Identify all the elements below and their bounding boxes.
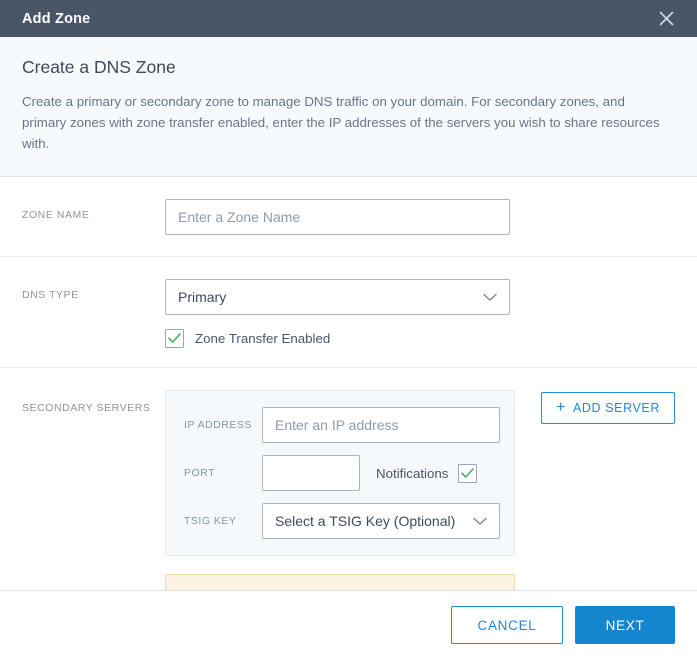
dns-type-row: DNS TYPE Primary Zone Transfer Enabled xyxy=(0,257,697,368)
zone-name-input[interactable] xyxy=(165,199,510,235)
close-icon[interactable] xyxy=(653,6,679,32)
plus-icon: + xyxy=(556,399,566,416)
port-row: PORT Notifications xyxy=(184,455,500,491)
secondary-servers-wrap: IP ADDRESS PORT Notifications xyxy=(165,390,675,556)
next-button[interactable]: NEXT xyxy=(575,606,675,644)
tsig-key-label: TSIG KEY xyxy=(184,515,237,527)
intro-description: Create a primary or secondary zone to ma… xyxy=(22,94,660,151)
dialog-title: Add Zone xyxy=(22,10,91,27)
add-server-button[interactable]: + ADD SERVER xyxy=(541,392,675,424)
form-body: ZONE NAME DNS TYPE Primary xyxy=(0,177,697,590)
notifications-checkbox[interactable] xyxy=(458,463,478,483)
zone-transfer-check-line: Zone Transfer Enabled xyxy=(165,329,675,348)
dns-type-selected-value: Primary xyxy=(178,289,227,305)
intro-section: Create a DNS Zone Create a primary or se… xyxy=(0,37,697,177)
add-zone-dialog: Add Zone Create a DNS Zone Create a prim… xyxy=(0,0,697,660)
tsig-key-selected-value: Select a TSIG Key (Optional) xyxy=(275,513,456,529)
secondary-servers-content: IP ADDRESS PORT Notifications xyxy=(165,390,697,556)
warning-area: For zone transfers please configure your… xyxy=(0,556,697,590)
zone-transfer-label: Zone Transfer Enabled xyxy=(195,331,331,346)
zone-transfer-checkbox[interactable] xyxy=(165,329,184,348)
chevron-down-icon xyxy=(473,517,487,526)
dialog-footer: CANCEL NEXT xyxy=(0,590,697,660)
cancel-button[interactable]: CANCEL xyxy=(451,606,563,644)
dns-type-field-wrap: Primary Zone Transfer Enabled xyxy=(165,279,697,348)
zone-name-label: ZONE NAME xyxy=(22,209,90,221)
tsig-key-select[interactable]: Select a TSIG Key (Optional) xyxy=(262,503,500,539)
page-title: Create a DNS Zone xyxy=(22,57,176,77)
dns-type-label: DNS TYPE xyxy=(22,289,79,301)
secondary-servers-label: SECONDARY SERVERS xyxy=(22,402,151,414)
notifications-label: Notifications xyxy=(376,465,449,481)
ip-address-label: IP ADDRESS xyxy=(184,419,252,431)
secondary-servers-row: SECONDARY SERVERS IP ADDRESS PORT Notifi… xyxy=(0,368,697,556)
checkmark-icon xyxy=(461,467,475,478)
chevron-down-icon xyxy=(483,293,497,302)
ip-address-input[interactable] xyxy=(262,407,500,443)
zone-name-field-wrap xyxy=(165,199,697,235)
dns-type-select[interactable]: Primary xyxy=(165,279,510,315)
dns-type-select-wrap: Primary xyxy=(165,279,510,315)
port-label: PORT xyxy=(184,467,215,479)
port-input[interactable] xyxy=(262,455,360,491)
add-server-label: ADD SERVER xyxy=(572,401,660,415)
dialog-titlebar: Add Zone xyxy=(0,0,697,37)
checkmark-icon xyxy=(168,333,181,343)
ip-address-row: IP ADDRESS xyxy=(184,407,500,443)
tsig-key-row: TSIG KEY Select a TSIG Key (Optional) xyxy=(184,503,500,539)
zone-transfer-warning: For zone transfers please configure your… xyxy=(165,574,515,590)
notifications-check-line: Notifications xyxy=(376,463,478,483)
zone-name-row: ZONE NAME xyxy=(0,177,697,257)
server-entry-panel: IP ADDRESS PORT Notifications xyxy=(165,390,515,556)
